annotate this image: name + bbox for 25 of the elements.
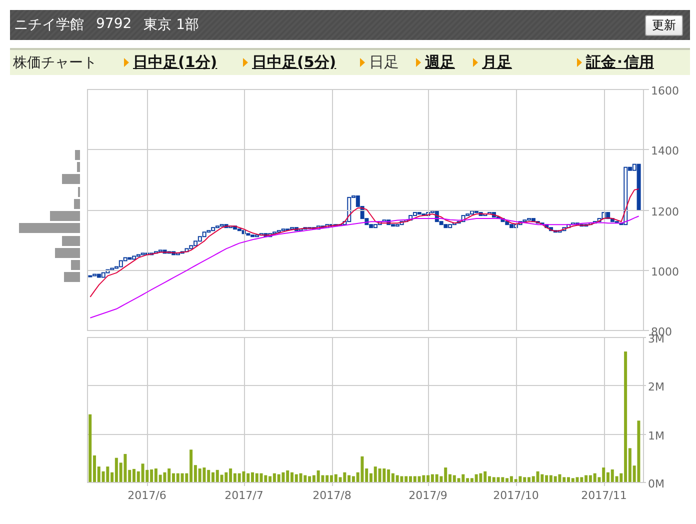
current-period-tab[interactable]: 日足 [369, 53, 399, 72]
axis-label: 2017/8 [312, 489, 352, 502]
chart-section-label: 株価チャート [12, 54, 98, 72]
stock-code: 9792 [96, 16, 132, 34]
axis-label: 1600 [651, 84, 679, 98]
axis-label: 1400 [651, 144, 679, 158]
axis-label: 1200 [651, 206, 679, 218]
market-name: 東京 1部 [144, 16, 199, 34]
axis-label: 1000 [651, 266, 679, 278]
axis-label: 2017/9 [408, 489, 448, 502]
axis-label: 3M [648, 333, 664, 346]
refresh-button[interactable]: 更新 [645, 14, 683, 36]
axis-label: 1M [648, 430, 664, 442]
period-link[interactable]: 日中足(1分) [133, 53, 218, 72]
period-link[interactable]: 証金･信用 [586, 53, 654, 72]
period-link[interactable]: 日中足(5分) [252, 53, 336, 72]
company-name: ニチイ学館 [14, 16, 84, 34]
period-link[interactable]: 月足 [482, 53, 512, 72]
axis-label: 2017/10 [493, 489, 539, 502]
axis-label: 2017/7 [224, 489, 264, 502]
axis-label: 0M [648, 478, 664, 490]
period-link[interactable]: 週足 [425, 53, 455, 72]
axis-label: 2017/6 [128, 489, 166, 502]
axis-label: 2M [648, 380, 664, 394]
axis-label: 2017/11 [581, 489, 627, 502]
